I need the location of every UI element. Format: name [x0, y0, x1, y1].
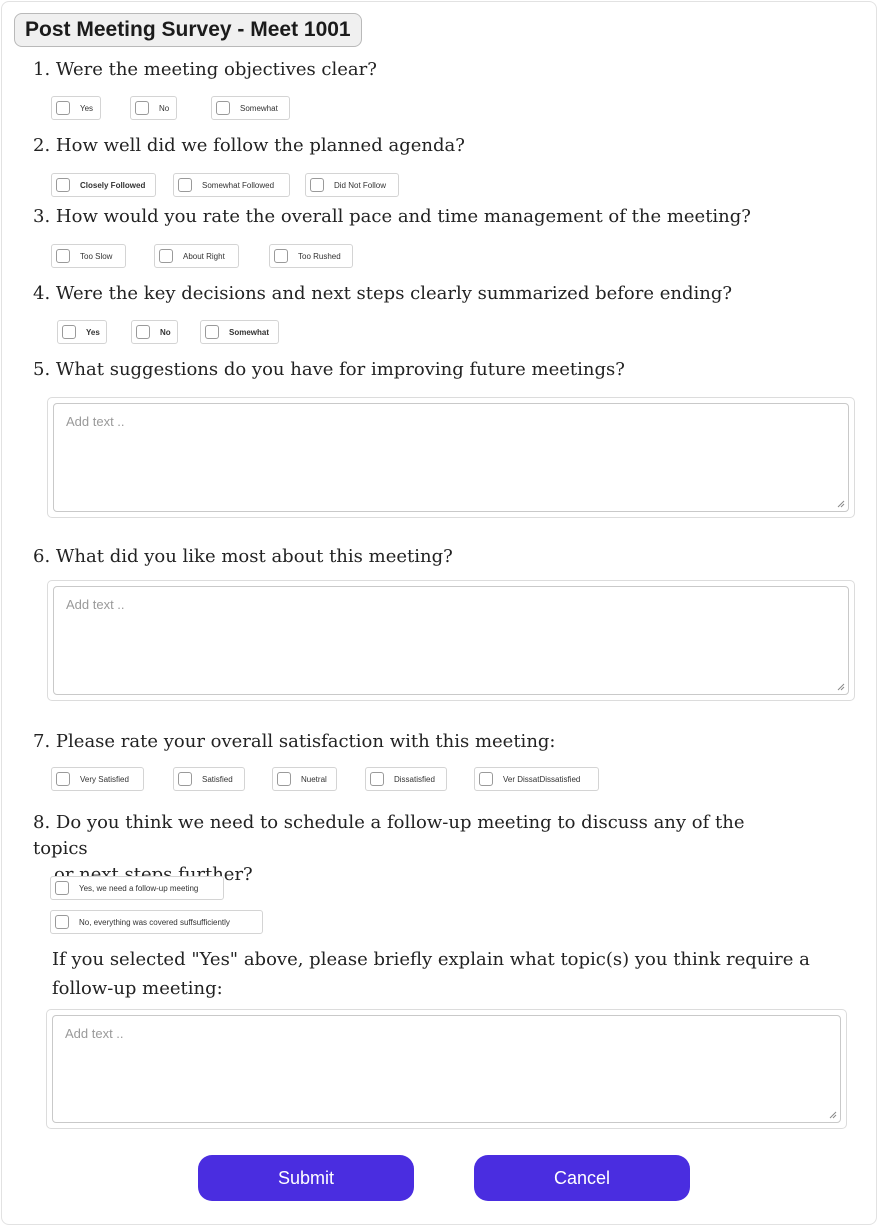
question-text: What did you like most about this meetin… — [55, 546, 453, 567]
q6-textarea-container — [47, 580, 855, 701]
q7-option-nuetral[interactable]: Nuetral — [272, 767, 337, 791]
checkbox[interactable] — [479, 772, 493, 786]
q3-option-about-right[interactable]: About Right — [154, 244, 239, 268]
question-text: Were the key decisions and next steps cl… — [55, 283, 733, 304]
question-text: Were the meeting objectives clear? — [55, 59, 377, 80]
checkbox[interactable] — [135, 101, 149, 115]
checkbox[interactable] — [310, 178, 324, 192]
question-text: Please rate your overall satisfaction wi… — [55, 731, 556, 752]
q1-option-yes[interactable]: Yes — [51, 96, 101, 120]
question-text: Do you think we need to schedule a follo… — [33, 812, 745, 859]
checkbox[interactable] — [205, 325, 219, 339]
followup-prompt-line-1: If you selected "Yes" above, please brie… — [52, 949, 810, 970]
q7-option-satisfied[interactable]: Satisfied — [173, 767, 245, 791]
q1-option-somewhat[interactable]: Somewhat — [211, 96, 290, 120]
q4-option-somewhat[interactable]: Somewhat — [200, 320, 279, 344]
question-number: 8. — [33, 812, 51, 833]
checkbox[interactable] — [56, 249, 70, 263]
question-4: 4. Were the key decisions and next steps… — [33, 283, 732, 305]
q2-option-did-not-follow[interactable]: Did Not Follow — [305, 173, 399, 197]
checkbox[interactable] — [216, 101, 230, 115]
checkbox[interactable] — [56, 101, 70, 115]
page-title: Post Meeting Survey - Meet 1001 — [14, 13, 362, 47]
q5-textarea-container — [47, 397, 855, 518]
checkbox[interactable] — [274, 249, 288, 263]
q8-textarea-container — [46, 1009, 847, 1129]
question-text: How would you rate the overall pace and … — [55, 206, 751, 227]
question-2: 2. How well did we follow the planned ag… — [33, 135, 465, 157]
question-text: How well did we follow the planned agend… — [55, 135, 465, 156]
question-number: 4. — [33, 283, 51, 304]
question-number: 7. — [33, 731, 51, 752]
checkbox[interactable] — [56, 178, 70, 192]
question-1: 1. Were the meeting objectives clear? — [33, 59, 377, 81]
checkbox[interactable] — [178, 772, 192, 786]
question-number: 3. — [33, 206, 51, 227]
q2-option-somewhat-followed[interactable]: Somewhat Followed — [173, 173, 290, 197]
checkbox[interactable] — [159, 249, 173, 263]
question-number: 5. — [33, 359, 51, 380]
q8-followup-prompt: If you selected "Yes" above, please brie… — [52, 945, 812, 1003]
question-number: 1. — [33, 59, 51, 80]
checkbox[interactable] — [56, 772, 70, 786]
question-number: 2. — [33, 135, 51, 156]
q4-option-no[interactable]: No — [131, 320, 178, 344]
question-8-line-1: 8. Do you think we need to schedule a fo… — [33, 810, 793, 862]
checkbox[interactable] — [62, 325, 76, 339]
q5-suggestions-textarea[interactable] — [53, 403, 849, 512]
q7-option-very-dissatisfied[interactable]: Ver DissatDissatisfied — [474, 767, 599, 791]
q7-option-dissatisfied[interactable]: Dissatisfied — [365, 767, 447, 791]
checkbox[interactable] — [136, 325, 150, 339]
q8-followup-topics-textarea[interactable] — [52, 1015, 841, 1123]
q8-option-yes-followup[interactable]: Yes, we need a follow-up meeting — [50, 876, 224, 900]
checkbox[interactable] — [55, 915, 69, 929]
question-6: 6. What did you like most about this mee… — [33, 546, 453, 568]
question-text: What suggestions do you have for improvi… — [55, 359, 625, 380]
q6-liked-most-textarea[interactable] — [53, 586, 849, 695]
q3-option-too-slow[interactable]: Too Slow — [51, 244, 126, 268]
cancel-button[interactable]: Cancel — [474, 1155, 690, 1201]
checkbox[interactable] — [370, 772, 384, 786]
question-3: 3. How would you rate the overall pace a… — [33, 206, 751, 228]
question-5: 5. What suggestions do you have for impr… — [33, 359, 625, 381]
q2-option-closely-followed[interactable]: Closely Followed — [51, 173, 156, 197]
submit-button[interactable]: Submit — [198, 1155, 414, 1201]
checkbox[interactable] — [277, 772, 291, 786]
question-7: 7. Please rate your overall satisfaction… — [33, 731, 556, 753]
q7-option-very-satisfied[interactable]: Very Satisfied — [51, 767, 144, 791]
question-number: 6. — [33, 546, 51, 567]
q4-option-yes[interactable]: Yes — [57, 320, 107, 344]
checkbox[interactable] — [178, 178, 192, 192]
checkbox[interactable] — [55, 881, 69, 895]
q1-option-no[interactable]: No — [130, 96, 177, 120]
q3-option-too-rushed[interactable]: Too Rushed — [269, 244, 353, 268]
followup-prompt-line-2: follow-up meeting: — [52, 978, 223, 999]
q8-option-no-covered[interactable]: No, everything was covered suffsufficien… — [50, 910, 263, 934]
